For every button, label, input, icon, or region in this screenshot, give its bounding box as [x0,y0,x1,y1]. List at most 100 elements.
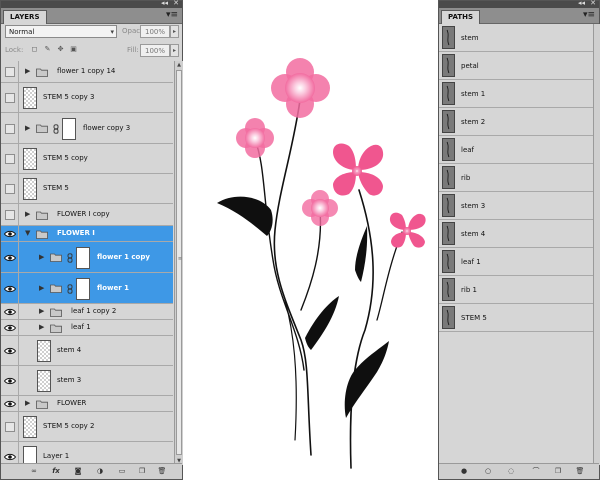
path-row[interactable]: rib 1 [439,276,593,304]
path-row[interactable]: petal [439,52,593,80]
visibility-cell[interactable] [1,273,19,303]
hidden-visibility-box[interactable] [5,184,15,194]
load-selection-icon[interactable]: ◌ [506,467,516,476]
expand-closed-icon[interactable]: ▶ [25,124,30,132]
document-canvas[interactable] [183,0,438,480]
expand-closed-icon[interactable]: ▶ [25,210,30,218]
scroll-thumb[interactable]: ≡ [176,70,182,455]
visibility-cell[interactable] [1,242,19,272]
visibility-cell[interactable] [1,366,19,395]
layer-row[interactable]: STEM 5 copy 2 [1,412,173,442]
path-row[interactable]: stem 2 [439,108,593,136]
mask-thumbnail[interactable] [76,277,90,300]
eye-icon[interactable] [4,324,16,332]
path-row[interactable]: leaf 1 [439,248,593,276]
mask-thumbnail[interactable] [76,246,90,269]
trash-icon[interactable]: 🗑 [575,467,585,476]
path-row[interactable]: rib [439,164,593,192]
trash-icon[interactable]: 🗑 [157,467,167,476]
new-group-icon[interactable]: ▭ [117,467,127,476]
lock-position-icon[interactable]: ✥ [56,45,65,54]
visibility-cell[interactable] [1,304,19,319]
layer-thumbnail[interactable] [37,340,51,362]
layer-row[interactable]: ▶ FLOWER [1,396,173,412]
layer-row[interactable]: ▶ FLOWER I copy [1,204,173,226]
expand-closed-icon[interactable]: ▶ [25,399,30,407]
visibility-cell[interactable] [1,396,19,411]
add-mask-icon[interactable]: ◙ [73,467,83,476]
layer-row[interactable]: STEM 5 [1,174,173,204]
visibility-cell[interactable] [1,226,19,241]
tab-layers[interactable]: LAYERS [3,10,47,24]
expand-closed-icon[interactable]: ▶ [39,323,44,331]
layer-row[interactable]: ▶ leaf 1 [1,320,173,336]
layer-row[interactable]: ▶ flower copy 3 [1,113,173,144]
layer-row[interactable]: ▼ FLOWER I [1,226,173,242]
new-path-icon[interactable]: ❐ [553,467,563,476]
lock-pixels-icon[interactable]: ✎ [43,45,52,54]
link-icon[interactable]: ∞ [29,467,39,476]
path-row[interactable]: stem 1 [439,80,593,108]
close-icon[interactable]: ✕ [590,0,596,7]
visibility-cell[interactable] [1,83,19,112]
visibility-cell[interactable] [1,336,19,365]
layer-row[interactable]: STEM 5 copy [1,144,173,174]
fx-icon[interactable]: fx [51,467,61,476]
mask-link-icon[interactable] [67,283,73,294]
expand-closed-icon[interactable]: ▶ [39,253,44,261]
layer-thumbnail[interactable] [37,370,51,392]
expand-open-icon[interactable]: ▼ [25,229,30,237]
layer-thumbnail[interactable] [23,148,37,170]
eye-icon[interactable] [4,230,16,238]
hidden-visibility-box[interactable] [5,123,15,134]
lock-all-icon[interactable]: ▣ [69,45,78,54]
collapse-icon[interactable]: ◂◂ [578,0,585,7]
opacity-arrow-icon[interactable]: ▸ [170,25,179,38]
close-icon[interactable]: ✕ [173,0,179,7]
layer-row[interactable]: STEM 5 copy 3 [1,83,173,113]
fill-path-icon[interactable]: ● [459,467,469,476]
visibility-cell[interactable] [1,144,19,173]
eye-icon[interactable] [4,308,16,316]
layer-row[interactable]: ▶ flower 1 [1,273,173,304]
hidden-visibility-box[interactable] [5,67,15,77]
eye-icon[interactable] [4,254,16,262]
hidden-visibility-box[interactable] [5,93,15,103]
stroke-path-icon[interactable]: ○ [483,467,493,476]
panel-menu-icon[interactable]: ▾≡ [166,10,178,20]
fill-field[interactable]: 100% [140,44,170,57]
eye-icon[interactable] [4,347,16,355]
expand-closed-icon[interactable]: ▶ [25,67,30,75]
mask-thumbnail[interactable] [62,117,76,140]
layer-thumbnail[interactable] [23,416,37,438]
visibility-cell[interactable] [1,61,19,82]
adjustment-icon[interactable]: ◑ [95,467,105,476]
hidden-visibility-box[interactable] [5,210,15,220]
lock-transparency-icon[interactable]: ◻ [30,45,39,54]
blend-mode-select[interactable]: Normal ▾ [5,25,117,38]
tab-paths[interactable]: PATHS [441,10,481,24]
visibility-cell[interactable] [1,174,19,203]
paths-scrollbar[interactable] [593,24,600,465]
path-row[interactable]: stem [439,24,593,52]
path-row[interactable]: stem 4 [439,220,593,248]
layer-row[interactable]: ▶ flower 1 copy 14 [1,61,173,83]
layer-row[interactable]: ▶ leaf 1 copy 2 [1,304,173,320]
layer-thumbnail[interactable] [23,87,37,109]
expand-closed-icon[interactable]: ▶ [39,307,44,315]
eye-icon[interactable] [4,400,16,408]
new-layer-icon[interactable]: ❐ [137,467,147,476]
visibility-cell[interactable] [1,320,19,335]
visibility-cell[interactable] [1,412,19,441]
make-work-path-icon[interactable]: ⌒ [528,467,544,476]
expand-closed-icon[interactable]: ▶ [39,284,44,292]
opacity-field[interactable]: 100% [140,25,170,38]
path-row[interactable]: stem 3 [439,192,593,220]
layers-scrollbar[interactable]: ▲ ≡ ▼ [174,61,183,465]
path-row[interactable]: leaf [439,136,593,164]
eye-icon[interactable] [4,285,16,293]
visibility-cell[interactable] [1,113,19,143]
layer-row[interactable]: stem 3 [1,366,173,396]
path-row[interactable]: STEM 5 [439,304,593,332]
collapse-icon[interactable]: ◂◂ [161,0,168,7]
